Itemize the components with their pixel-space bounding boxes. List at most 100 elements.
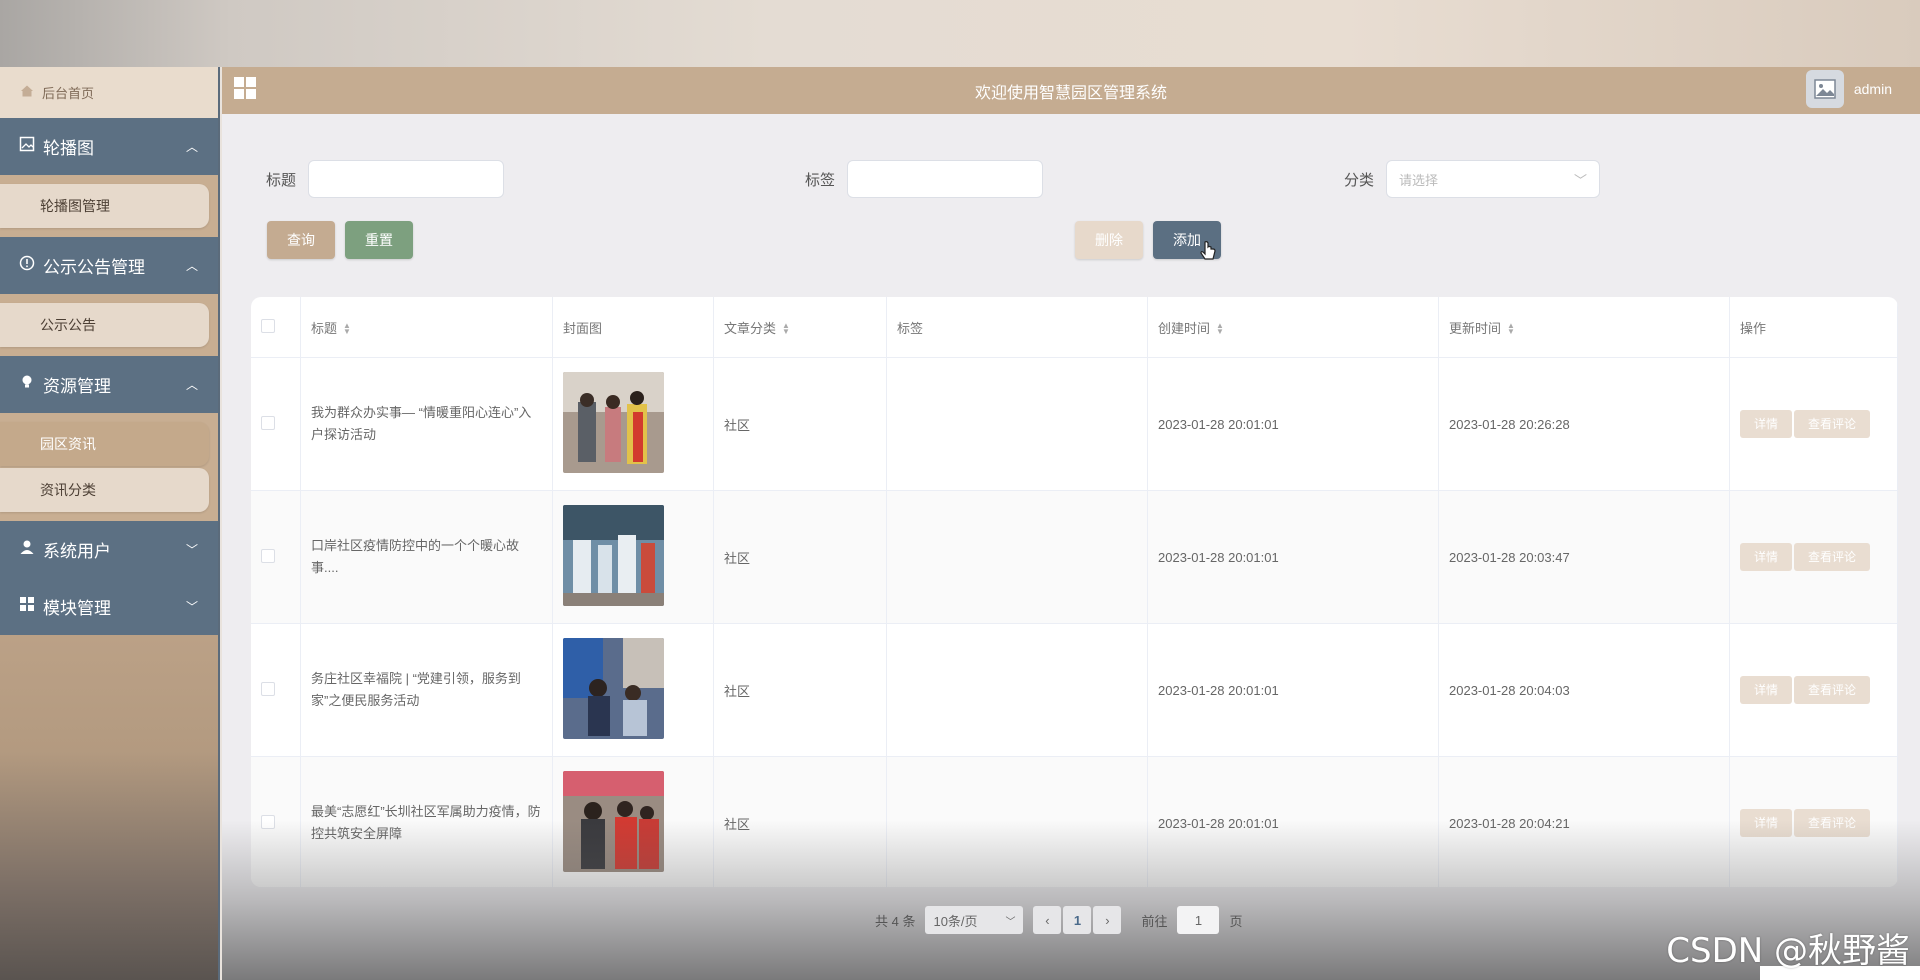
row-updated: 2023-01-28 20:26:28 <box>1438 357 1730 491</box>
page-size-select[interactable]: 10条/页 ﹀ <box>925 906 1024 934</box>
top-header: 欢迎使用智慧园区管理系统 admin <box>222 67 1920 114</box>
prev-page-button[interactable]: ‹ <box>1033 906 1062 934</box>
sort-icon[interactable]: ▲ ▼ <box>782 322 790 336</box>
row-checkbox[interactable] <box>261 681 275 696</box>
row-created: 2023-01-28 20:01:01 <box>1147 357 1439 491</box>
col-tag: 标签 <box>886 297 1148 358</box>
row-created: 2023-01-28 20:01:01 <box>1147 490 1439 624</box>
row-tag <box>886 623 1148 757</box>
col-updated[interactable]: 更新时间 ▲ ▼ <box>1438 297 1730 358</box>
cover-image <box>563 505 664 606</box>
col-cover: 封面图 <box>552 297 714 358</box>
page-unit-label: 页 <box>1229 913 1243 929</box>
lightbulb-icon <box>19 374 35 395</box>
goto-page-input[interactable]: 1 <box>1177 906 1220 934</box>
sidebar-item-carousel-manage[interactable]: 轮播图管理 <box>0 184 209 228</box>
sidebar-item-park-news[interactable]: 园区资讯 <box>0 422 209 466</box>
tag-filter: 标签 <box>805 160 1044 198</box>
query-button[interactable]: 查询 <box>267 221 335 259</box>
sort-icon[interactable]: ▲ ▼ <box>1216 322 1224 336</box>
category-select[interactable]: 请选择 ﹀ <box>1386 160 1601 198</box>
view-comments-button[interactable]: 查看评论 <box>1794 543 1871 571</box>
row-category: 社区 <box>713 357 887 491</box>
cover-image <box>563 771 664 872</box>
title-filter-label: 标题 <box>266 171 297 189</box>
col-title[interactable]: 标题 ▲ ▼ <box>300 297 553 358</box>
watermark: CSDN @秋野酱 <box>1666 931 1910 971</box>
view-comments-button[interactable]: 查看评论 <box>1794 676 1871 704</box>
detail-button[interactable]: 详情 <box>1740 543 1793 571</box>
menu-system-users[interactable]: 系统用户 ﹀ <box>0 521 218 578</box>
cover-image <box>563 372 664 473</box>
row-checkbox[interactable] <box>261 415 275 430</box>
cover-image <box>563 638 664 739</box>
view-comments-button[interactable]: 查看评论 <box>1794 809 1871 837</box>
delete-button[interactable]: 删除 <box>1075 221 1143 259</box>
menu-toggle-icon[interactable] <box>234 77 256 104</box>
chevron-up-icon: ︿ <box>185 140 198 154</box>
select-all-checkbox[interactable] <box>261 318 275 333</box>
page-number-current[interactable]: 1 <box>1063 906 1092 934</box>
row-updated: 2023-01-28 20:04:03 <box>1438 623 1730 757</box>
reset-button[interactable]: 重置 <box>345 221 413 259</box>
sidebar-item-notice[interactable]: 公示公告 <box>0 303 209 347</box>
user-menu[interactable]: admin <box>1805 70 1892 108</box>
col-category[interactable]: 文章分类 ▲ ▼ <box>713 297 887 358</box>
chevron-up-icon: ︿ <box>185 259 198 273</box>
row-updated: 2023-01-28 20:04:21 <box>1438 756 1730 887</box>
cursor-pointer-icon <box>1200 240 1218 269</box>
sidebar-item-news-category[interactable]: 资讯分类 <box>0 468 209 512</box>
chevron-down-icon: ﹀ <box>1005 916 1016 928</box>
col-created[interactable]: 创建时间 ▲ ▼ <box>1147 297 1439 358</box>
sidebar-home[interactable]: 后台首页 <box>0 67 218 118</box>
menu-modules[interactable]: 模块管理 ﹀ <box>0 578 218 635</box>
row-category: 社区 <box>713 756 887 887</box>
table-row: 务庄社区幸福院 | “党建引领，服务到家”之便民服务活动 社区 2023-01-… <box>251 623 1898 757</box>
sort-icon[interactable]: ▲ ▼ <box>343 322 351 336</box>
info-icon <box>19 255 35 276</box>
menu-notice[interactable]: 公示公告管理 ︿ <box>0 237 218 294</box>
category-filter-label: 分类 <box>1344 171 1375 189</box>
row-created: 2023-01-28 20:01:01 <box>1147 623 1439 757</box>
detail-button[interactable]: 详情 <box>1740 410 1793 438</box>
row-tag <box>886 756 1148 887</box>
row-checkbox[interactable] <box>261 814 275 829</box>
chevron-down-icon: ﹀ <box>185 543 198 557</box>
row-category: 社区 <box>713 490 887 624</box>
detail-button[interactable]: 详情 <box>1740 809 1793 837</box>
row-created: 2023-01-28 20:01:01 <box>1147 756 1439 887</box>
chevron-up-icon: ︿ <box>185 378 198 392</box>
avatar[interactable] <box>1805 70 1844 108</box>
row-category: 社区 <box>713 623 887 757</box>
row-title: 最美“志愿红”长圳社区军属助力疫情，防控共筑安全屏障 <box>311 804 541 841</box>
total-count: 共 4 条 <box>875 913 916 929</box>
next-page-button[interactable]: › <box>1093 906 1122 934</box>
col-actions: 操作 <box>1729 297 1898 358</box>
menu-resources[interactable]: 资源管理 ︿ <box>0 356 218 413</box>
image-icon <box>1814 79 1836 99</box>
table-header-row: 标题 ▲ ▼ 封面图 文章分类 ▲ ▼ 标签 创建时间 ▲ ▼ 更新时间 ▲ ▼ 操作 <box>251 297 1898 358</box>
sort-icon[interactable]: ▲ ▼ <box>1507 322 1515 336</box>
news-table: 标题 ▲ ▼ 封面图 文章分类 ▲ ▼ 标签 创建时间 ▲ ▼ 更新时间 ▲ ▼ 操作 我为群众… <box>251 297 1898 887</box>
view-comments-button[interactable]: 查看评论 <box>1794 410 1871 438</box>
title-input[interactable] <box>308 160 505 198</box>
table-row: 最美“志愿红”长圳社区军属助力疫情，防控共筑安全屏障 社区 2023-01-28… <box>251 756 1898 887</box>
row-title: 我为群众办实事— “情暖重阳心连心”入户探访活动 <box>311 405 532 442</box>
chevron-left-icon: ‹ <box>1045 912 1050 928</box>
image-icon <box>19 136 35 157</box>
top-band <box>0 0 1920 67</box>
row-updated: 2023-01-28 20:03:47 <box>1438 490 1730 624</box>
detail-button[interactable]: 详情 <box>1740 676 1793 704</box>
chevron-down-icon: ﹀ <box>185 600 198 614</box>
username: admin <box>1853 81 1892 97</box>
menu-carousel[interactable]: 轮播图 ︿ <box>0 118 218 175</box>
user-icon <box>19 539 35 560</box>
tag-filter-label: 标签 <box>805 171 836 189</box>
row-tag <box>886 357 1148 491</box>
table-row: 我为群众办实事— “情暖重阳心连心”入户探访活动 社区 2023-01-28 2… <box>251 357 1898 491</box>
category-filter: 分类 请选择 ﹀ <box>1344 160 1601 198</box>
row-tag <box>886 490 1148 624</box>
row-title: 口岸社区疫情防控中的一个个暖心故事.... <box>311 538 520 575</box>
row-checkbox[interactable] <box>261 548 275 563</box>
tag-input[interactable] <box>847 160 1044 198</box>
